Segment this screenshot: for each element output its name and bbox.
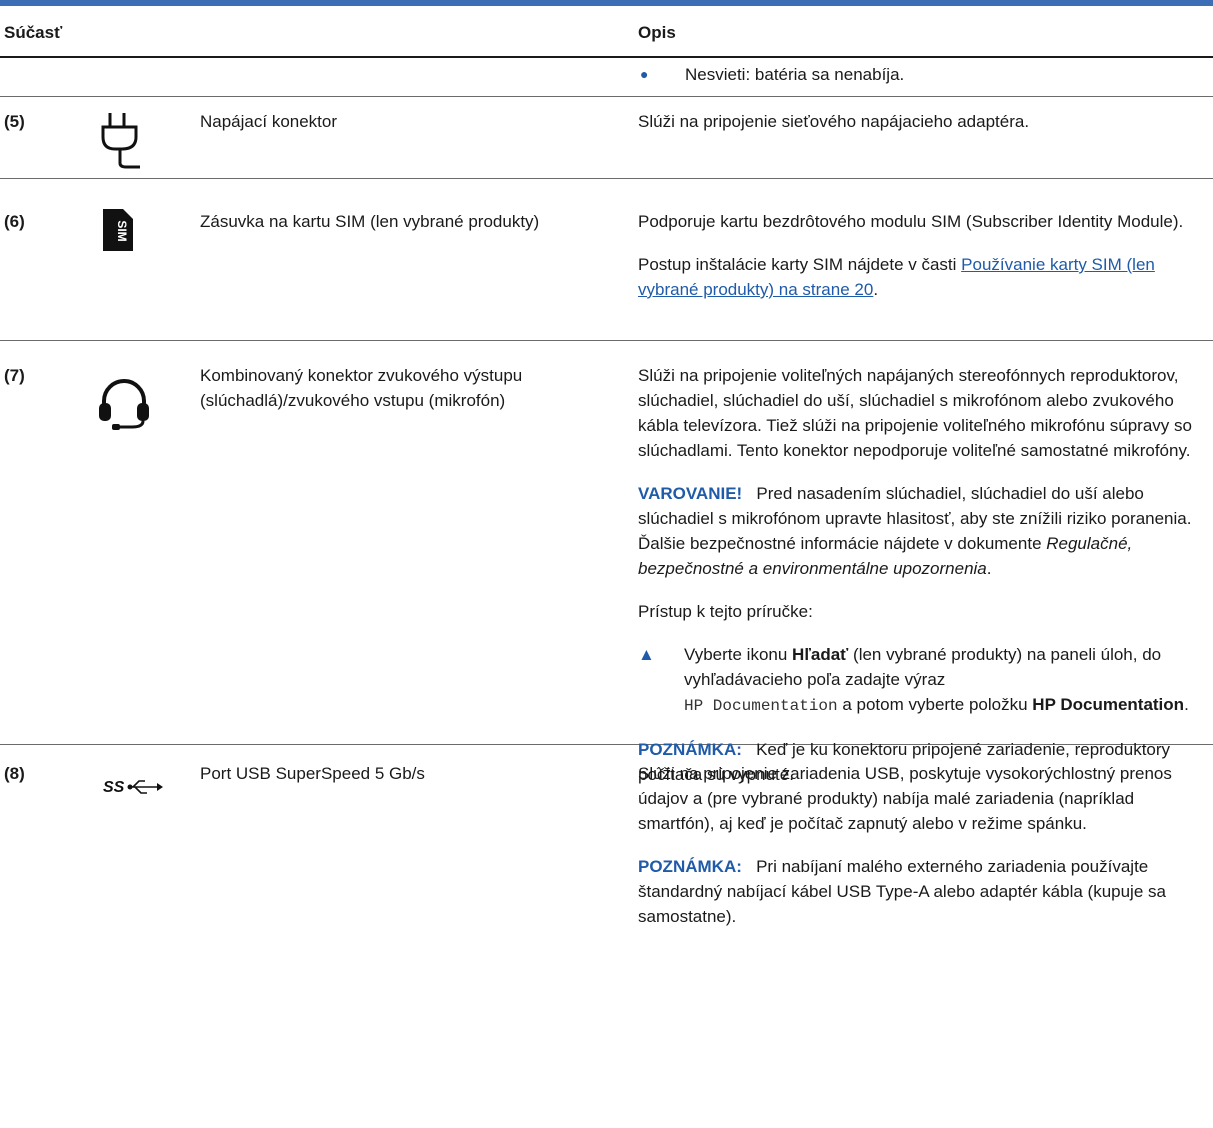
row-number: (8)	[4, 764, 25, 783]
col-description-heading: Opis	[638, 23, 676, 42]
col-component-heading: Súčasť	[4, 23, 63, 42]
step-triangle-icon: ▲	[638, 645, 655, 664]
component-name: Zásuvka na kartu SIM (len vybrané produk…	[200, 212, 540, 231]
component-description: Slúži na pripojenie sieťového napájacieh…	[638, 109, 1198, 134]
table-row: (6) SIM Zásuvka na kartu SIM (len vybran…	[0, 179, 1213, 341]
component-name: Napájací konektor	[200, 112, 338, 131]
component-name: Port USB SuperSpeed 5 Gb/s	[200, 764, 425, 783]
component-name: Kombinovaný konektor zvukového výstupu (…	[200, 366, 523, 410]
warning-block: VAROVANIE! Pred nasadením slúchadiel, sl…	[638, 484, 1192, 578]
table-row-continued: ● Nesvieti: batéria sa nenabíja.	[0, 58, 1213, 97]
bullet-icon: ●	[640, 66, 649, 82]
row-number: (6)	[4, 212, 25, 231]
table-row: (7) Kombinovaný konektor zvukového výstu…	[0, 341, 1213, 784]
table-row: (8) SS Port USB SuperSpeed 5 Gb/s Slúži …	[0, 745, 1213, 1125]
instruction-step: ▲ Vyberte ikonu Hľadať (len vybrané prod…	[638, 642, 1198, 719]
row-number: (5)	[4, 112, 25, 131]
component-description: Slúži na pripojenie zariadenia USB, posk…	[638, 761, 1198, 929]
table-header: Súčasť Opis	[0, 6, 1213, 58]
svg-text:SIM: SIM	[115, 220, 129, 241]
usb-superspeed-icon: SS	[103, 775, 163, 806]
component-description: Slúži na pripojenie voliteľných napájaný…	[638, 363, 1198, 787]
component-description: Podporuje kartu bezdrôtového modulu SIM …	[638, 209, 1198, 302]
note-block: POZNÁMKA: Pri nabíjaní malého externého …	[638, 857, 1166, 926]
bullet-text: Nesvieti: batéria sa nenabíja.	[685, 65, 905, 84]
svg-text:SS: SS	[103, 779, 125, 796]
access-text: Prístup k tejto príručke:	[638, 602, 813, 621]
sim-card-icon: SIM	[103, 209, 133, 258]
note-label: POZNÁMKA:	[638, 857, 742, 876]
table-row: (5) Napájací konektor Slúži na pripojeni…	[0, 97, 1213, 179]
row-number: (7)	[4, 366, 25, 385]
warning-label: VAROVANIE!	[638, 484, 743, 503]
description-text: Slúži na pripojenie sieťového napájacieh…	[638, 112, 1030, 131]
description-text: Postup inštalácie karty SIM nájdete v ča…	[638, 255, 1155, 299]
headset-icon	[96, 377, 152, 440]
description-text: Podporuje kartu bezdrôtového modulu SIM …	[638, 212, 1184, 231]
search-term-code: HP Documentation	[684, 697, 838, 715]
description-text: Slúži na pripojenie voliteľných napájaný…	[638, 366, 1192, 460]
power-plug-icon	[100, 107, 140, 178]
description-text: Slúži na pripojenie zariadenia USB, posk…	[638, 764, 1172, 833]
